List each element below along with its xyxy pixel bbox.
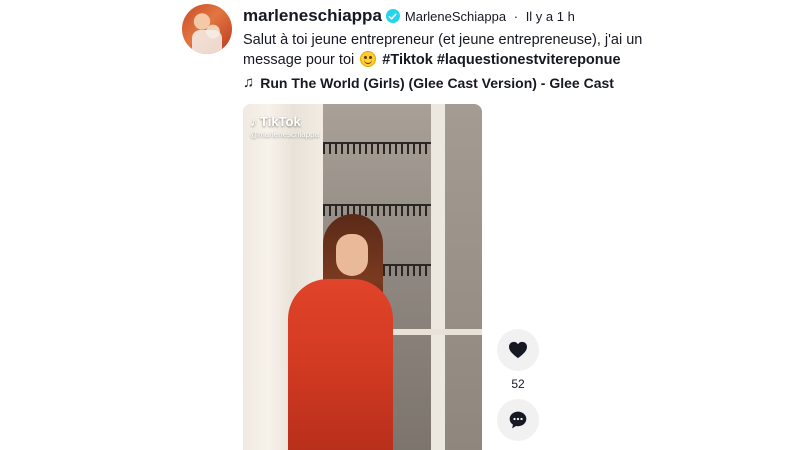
video-window-frame bbox=[431, 104, 445, 450]
tiktok-watermark: ♪ TikTok @marleneschiappa bbox=[250, 113, 319, 139]
music-link[interactable]: ♫ Run The World (Girls) (Glee Cast Versi… bbox=[243, 74, 614, 91]
smiley-emoji-icon bbox=[360, 51, 377, 67]
like-button[interactable] bbox=[497, 329, 539, 371]
video-person-face bbox=[336, 234, 368, 276]
post-caption: Salut à toi jeune entrepreneur (et jeune… bbox=[243, 30, 703, 70]
music-title: Run The World (Girls) (Glee Cast Version… bbox=[260, 74, 614, 91]
music-note-icon: ♫ bbox=[243, 74, 255, 91]
post-meta: MarleneSchiappa · Il y a 1 h bbox=[405, 9, 575, 24]
video-balcony bbox=[323, 142, 433, 154]
avatar[interactable] bbox=[182, 4, 232, 54]
post-time: Il y a 1 h bbox=[525, 8, 575, 24]
watermark-brand-text: TikTok bbox=[260, 113, 301, 129]
watermark-handle: @marleneschiappa bbox=[250, 130, 320, 139]
comment-button[interactable] bbox=[497, 399, 539, 441]
display-name[interactable]: MarleneSchiappa bbox=[405, 9, 506, 24]
video-rail bbox=[383, 329, 482, 335]
hashtag-laquestion[interactable]: #laquestionestvitereponue bbox=[437, 52, 621, 68]
meta-separator: · bbox=[513, 8, 519, 24]
video-right-pane bbox=[445, 104, 482, 450]
username[interactable]: marleneschiappa bbox=[243, 6, 382, 26]
like-count: 52 bbox=[511, 377, 525, 391]
watermark-brand: ♪ TikTok bbox=[250, 113, 319, 129]
video-player[interactable]: ♪ TikTok @marleneschiappa bbox=[243, 104, 482, 450]
video-person-body bbox=[288, 279, 393, 450]
tiktok-logo-icon: ♪ bbox=[250, 113, 257, 129]
verified-badge-icon bbox=[385, 9, 400, 23]
comment-icon bbox=[509, 411, 527, 429]
heart-icon bbox=[509, 341, 527, 359]
hashtag-tiktok[interactable]: #Tiktok bbox=[382, 52, 433, 68]
video-balcony bbox=[323, 204, 433, 216]
post-header: marleneschiappa MarleneSchiappa · Il y a… bbox=[243, 6, 575, 26]
